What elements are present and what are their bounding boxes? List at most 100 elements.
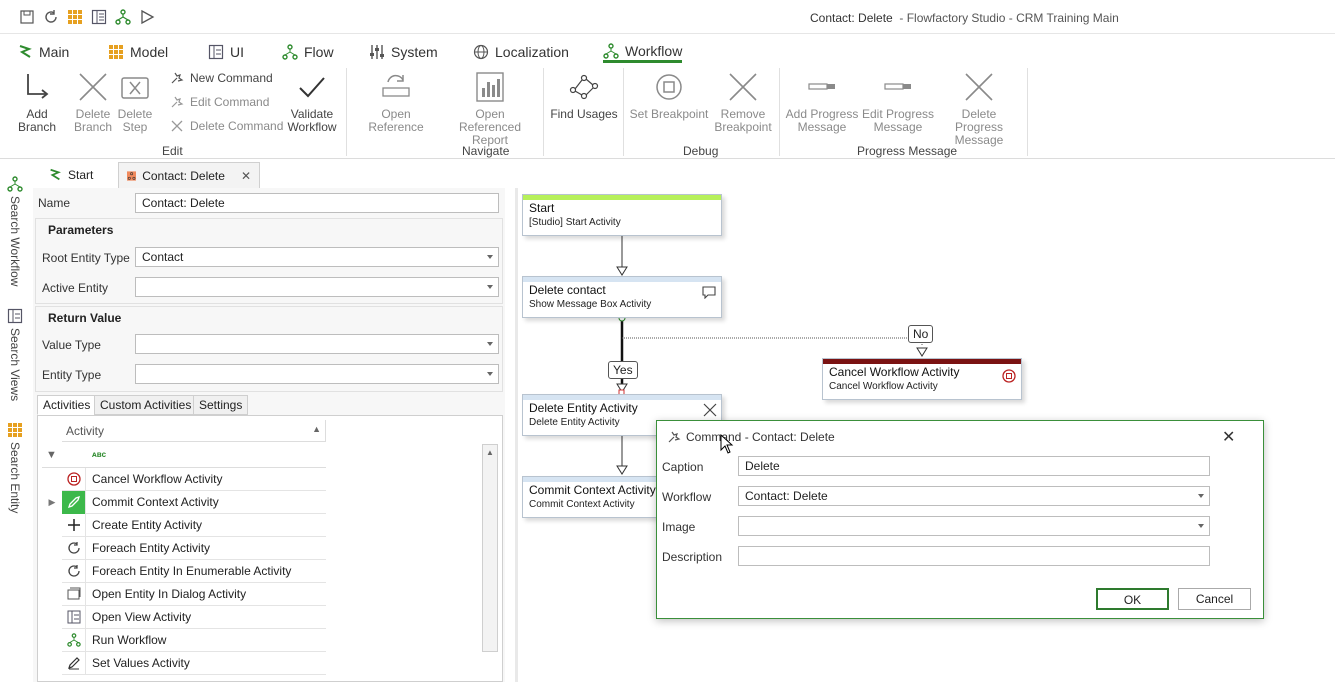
stop-icon: [1002, 369, 1016, 383]
root-entity-type-select[interactable]: Contact: [135, 247, 499, 267]
cancel-button[interactable]: Cancel: [1178, 588, 1251, 610]
filter-icon[interactable]: ▼: [46, 449, 57, 461]
root-entity-type-label: Root Entity Type: [42, 251, 130, 265]
sort-asc-icon: ▲: [312, 424, 321, 434]
doc-tab-contact-delete-label: Contact: Delete: [142, 168, 225, 183]
open-referenced-report-label-1: Open Referenced: [458, 107, 522, 134]
navigate-group-label: Navigate: [462, 144, 510, 158]
list-item[interactable]: Foreach Entity Activity: [62, 536, 326, 560]
node-title: Cancel Workflow Activity: [829, 365, 960, 379]
node-subtitle: Show Message Box Activity: [529, 299, 652, 310]
doc-tab-contact-delete[interactable]: Contact: Delete ✕: [118, 162, 260, 188]
vertical-scrollbar[interactable]: ▲: [482, 444, 498, 652]
list-item[interactable]: Foreach Entity In Enumerable Activity: [62, 559, 326, 583]
new-command-button[interactable]: New Command: [170, 71, 273, 85]
activity-label: Commit Context Activity: [92, 495, 219, 509]
add-progress-message-button[interactable]: Add Progress Message: [784, 64, 860, 134]
open-reference-button[interactable]: Open Reference: [352, 64, 440, 134]
list-item[interactable]: Commit Context Activity: [62, 490, 326, 514]
grid-icon[interactable]: [67, 9, 83, 25]
tab-main[interactable]: Main: [17, 41, 69, 63]
description-input[interactable]: [738, 546, 1210, 566]
tab-localization[interactable]: Localization: [473, 41, 569, 63]
run-icon[interactable]: [139, 9, 155, 25]
delete-step-button[interactable]: Delete Step: [116, 64, 154, 134]
validate-workflow-button[interactable]: Validate Workflow: [282, 64, 342, 134]
search-entity-button[interactable]: Search Entity: [4, 422, 26, 513]
ribbon-tabs: Main Model UI Flow System Localization W…: [0, 36, 1335, 64]
list-item[interactable]: Run Workflow: [62, 628, 326, 652]
save-icon[interactable]: [19, 9, 35, 25]
activity-label: Run Workflow: [92, 633, 167, 647]
tab-workflow[interactable]: Workflow: [603, 41, 683, 63]
activity-label: Open Entity In Dialog Activity: [92, 587, 247, 601]
node-title: Start: [529, 201, 555, 215]
search-workflow-button[interactable]: Search Workflow: [4, 176, 26, 286]
workflow-node-delete-contact[interactable]: Delete contact Show Message Box Activity: [522, 276, 722, 318]
search-workflow-label: Search Workflow: [8, 196, 22, 287]
loop-icon: [67, 565, 80, 577]
delete-progress-message-button[interactable]: Delete Progress Message: [936, 64, 1022, 147]
workflow-node-start[interactable]: Start [Studio] Start Activity: [522, 194, 722, 236]
group-separator: [1027, 68, 1028, 156]
scroll-up-icon[interactable]: ▲: [486, 448, 494, 457]
tab-ui[interactable]: UI: [208, 41, 244, 63]
tab-settings[interactable]: Settings: [193, 395, 249, 415]
set-breakpoint-button[interactable]: Set Breakpoint: [628, 64, 710, 121]
active-entity-select[interactable]: [135, 277, 499, 297]
return-value-section: Return Value Value Type Entity Type: [35, 306, 503, 392]
comment-icon[interactable]: [701, 285, 717, 299]
tab-flow[interactable]: Flow: [282, 41, 334, 63]
delete-branch-button[interactable]: Delete Branch: [72, 64, 114, 134]
name-field[interactable]: Contact: Delete: [135, 193, 499, 213]
delete-icon: [703, 403, 717, 417]
expand-icon[interactable]: ▶: [42, 491, 62, 514]
progress-icon: [808, 83, 835, 90]
entity-type-select[interactable]: [135, 364, 499, 384]
branch-no-label[interactable]: No: [908, 325, 934, 343]
close-icon[interactable]: ✕: [241, 169, 251, 183]
caption-label: Caption: [662, 460, 704, 474]
workflow-select[interactable]: Contact: Delete: [738, 486, 1210, 506]
text-filter-icon[interactable]: ᴀʙᴄ: [92, 450, 106, 459]
properties-panel: Name Contact: Delete Parameters Root Ent…: [33, 188, 505, 682]
delete-command-button[interactable]: Delete Command: [170, 119, 283, 133]
caption-input[interactable]: Delete: [738, 456, 1210, 476]
view-icon[interactable]: [91, 9, 107, 25]
edit-progress-message-button[interactable]: Edit Progress Message: [860, 64, 936, 134]
refresh-icon[interactable]: [43, 9, 59, 25]
activity-column-header[interactable]: Activity ▲: [62, 420, 326, 442]
delete-icon: [171, 120, 183, 132]
activity-label: Open View Activity: [92, 610, 192, 624]
open-referenced-report-button[interactable]: Open Referenced Report: [443, 64, 537, 147]
value-type-select[interactable]: [135, 334, 499, 354]
tab-model[interactable]: Model: [108, 41, 168, 63]
tab-activities[interactable]: Activities: [37, 395, 97, 415]
list-item[interactable]: Cancel Workflow Activity: [62, 467, 326, 491]
validate-workflow-label-2: Workflow: [287, 120, 337, 134]
doc-tab-start[interactable]: Start: [40, 162, 101, 188]
view-icon: [208, 44, 224, 60]
list-item[interactable]: Set Values Activity: [62, 651, 326, 675]
delete-icon: [79, 73, 107, 101]
list-item[interactable]: Create Entity Activity: [62, 513, 326, 537]
edit-command-button[interactable]: Edit Command: [170, 95, 269, 109]
branch-yes-label[interactable]: Yes: [608, 361, 638, 379]
tab-custom-activities[interactable]: Custom Activities: [94, 395, 198, 415]
close-icon[interactable]: ✕: [1222, 427, 1235, 447]
workflow-node-cancel-workflow[interactable]: Cancel Workflow Activity Cancel Workflow…: [822, 358, 1022, 400]
flow-icon: [282, 44, 298, 60]
delete-branch-label-2: Branch: [73, 120, 113, 134]
add-branch-button[interactable]: Add Branch: [6, 64, 68, 134]
workflow-icon[interactable]: [115, 9, 131, 25]
document-title: Contact: Delete: [810, 11, 893, 25]
remove-breakpoint-button[interactable]: Remove Breakpoint: [712, 64, 774, 134]
delete-step-icon: [121, 77, 149, 99]
tab-system[interactable]: System: [369, 41, 438, 63]
list-item[interactable]: Open View Activity: [62, 605, 326, 629]
list-item[interactable]: Open Entity In Dialog Activity: [62, 582, 326, 606]
search-views-button[interactable]: Search Views: [4, 308, 26, 401]
ok-button[interactable]: OK: [1096, 588, 1169, 610]
image-select[interactable]: [738, 516, 1210, 536]
find-usages-button[interactable]: Find Usages: [548, 64, 620, 121]
